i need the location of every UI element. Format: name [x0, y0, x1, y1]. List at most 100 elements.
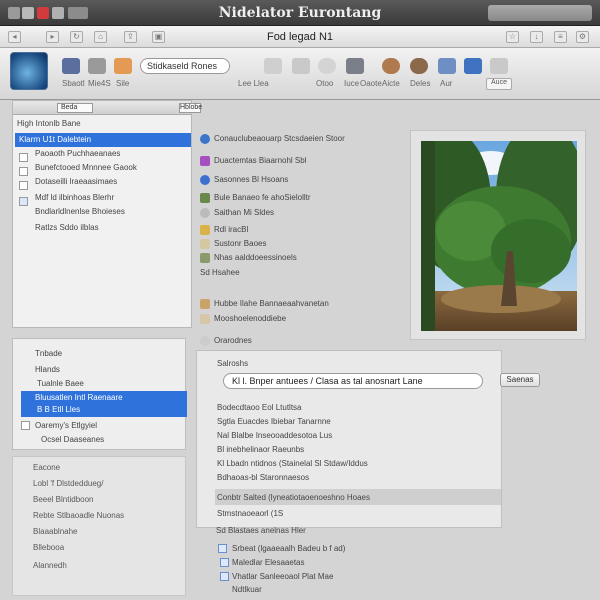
list-item[interactable]: Rebte Stlbaoadle Nuonas [33, 511, 124, 520]
list-item[interactable]: Bllebooa [33, 543, 64, 552]
title-search-button[interactable] [488, 5, 592, 21]
settings-icon[interactable]: ⚙ [576, 31, 589, 43]
middle-list-item[interactable]: Nhas aalddoeessinoels [200, 253, 297, 267]
list-item[interactable]: Hlands [35, 365, 60, 374]
middle-list-item[interactable]: Bule Banaeo fe ahoSielolltr [200, 193, 311, 207]
middle-list-item[interactable]: Sd Hsahee [200, 268, 240, 282]
toolbar-small-button[interactable]: Auce [486, 78, 512, 90]
contact-avatar-icon[interactable] [410, 58, 428, 74]
checkbox[interactable] [21, 421, 30, 430]
clock-icon [200, 336, 210, 346]
middle-list-item[interactable]: Orarodnes [200, 336, 252, 350]
list-item[interactable]: Beeel Blntidboon [33, 495, 94, 504]
list-item[interactable]: Paoaoth Puchhaeanaes [35, 149, 120, 163]
toolbar-label: Sbaotl [62, 79, 85, 88]
list-item[interactable]: Lobl 'f Dlstdeddueg/ [33, 479, 103, 488]
toolbar-label: Sile [116, 79, 130, 88]
middle-list-item[interactable]: Sustonr Baoes [200, 239, 266, 253]
result-row[interactable]: Sgtla Euacdes Ibiebar Tanarnne [217, 417, 331, 426]
checkbox[interactable] [19, 167, 28, 176]
source-list: Beda Hblobe High Intonlb Bane Klarrn U1t… [12, 100, 202, 328]
info-icon [200, 175, 210, 185]
list-item[interactable]: High Intonlb Bane [17, 119, 81, 133]
list-item[interactable]: Ratlzs Sddo ilblas [35, 223, 99, 237]
list-item[interactable]: Tualnle Baee [37, 379, 84, 388]
selected-row-sublabel: B B Etll Lles [37, 405, 81, 414]
list-item[interactable]: Blaaablnahe [33, 527, 77, 536]
checkbox[interactable] [19, 153, 28, 162]
checkbox[interactable] [19, 181, 28, 190]
folder-icon[interactable] [62, 58, 80, 74]
toolbar-label: Deles [410, 79, 431, 88]
bookmark-icon[interactable]: ☆ [506, 31, 519, 43]
selected-row[interactable]: Bluusatlen Intl Raenaare B B Etll Lles [21, 391, 187, 417]
toolbar-label: Mie4S [88, 79, 111, 88]
search-input[interactable]: Kl l. Bnper antuees / Clasa as tal anosn… [223, 373, 483, 389]
middle-list-item[interactable]: Duactemtas Biaarnohl Sbl [200, 156, 307, 170]
chat-icon[interactable] [464, 58, 482, 74]
app-icon [200, 156, 210, 166]
checkbox[interactable] [220, 558, 229, 567]
menu-icon[interactable]: ≡ [554, 31, 567, 43]
middle-list-item[interactable]: Saithan Mi Sldes [200, 208, 274, 222]
document-icon [200, 314, 210, 324]
list-item[interactable]: Dotaseilli lraeaasimaes [35, 177, 117, 191]
user-avatar-icon[interactable] [382, 58, 400, 74]
link-icon[interactable] [264, 58, 282, 74]
leaf-icon [200, 193, 210, 203]
result-row[interactable]: Stmstnaoeaorl (1S [217, 509, 283, 518]
list-item[interactable]: Srbeat (lgaaeaalh Badeu b f ad) [232, 544, 345, 553]
middle-list-item[interactable]: Sasonnes Bl Hsoans [200, 175, 288, 189]
result-row[interactable]: Kl Lbadn ntidnos (Stainelal Sl Stdaw/Idd… [217, 459, 368, 468]
clock-icon[interactable] [318, 58, 336, 74]
search-button[interactable]: Saenas [500, 373, 540, 387]
secondary-list: Eacone Lobl 'f Dlstdeddueg/ Beeel Blntid… [12, 456, 186, 596]
checkbox[interactable] [218, 544, 227, 553]
list-item[interactable]: Ndtlkuar [232, 585, 262, 594]
calendar-icon[interactable] [438, 58, 456, 74]
result-row[interactable]: Bl inebhelinaor Raeunbs [217, 445, 304, 454]
list-item[interactable]: Mdf ld ilbinhoas Blerhr [35, 193, 114, 207]
toolbar-label: Oaote [360, 79, 382, 88]
checkbox[interactable] [220, 572, 229, 581]
list-item[interactable]: Oaremy's Etlgyiel [35, 421, 97, 430]
photo-icon[interactable] [114, 58, 132, 74]
toolbar-label: Otoo [316, 79, 334, 88]
middle-list-item[interactable]: Hubbe Ilahe Bannaeaahvanetan [200, 299, 329, 313]
download-icon[interactable]: ↓ [530, 31, 543, 43]
list-item[interactable]: Ocsel Daaseanes [41, 435, 104, 444]
tag-icon [200, 253, 210, 263]
toolbar-label: Lee Llea [238, 79, 269, 88]
filter-field-secondary[interactable]: Hblobe [179, 103, 202, 113]
list-item[interactable]: Bndlarldlnenlse Bhoieses [35, 207, 125, 221]
middle-list-item[interactable]: Mooshoelenoddiebe [200, 314, 286, 328]
list-item[interactable]: Alannedh [33, 561, 67, 570]
result-row[interactable]: Bdhaoas-bl Staronnaesos [217, 473, 309, 482]
list-item-selected[interactable]: Klarrn U1t Dalebtein [15, 133, 191, 147]
sync-icon [200, 208, 210, 218]
filter-field[interactable]: Beda [57, 103, 93, 113]
note-icon [200, 239, 210, 249]
image-preview[interactable] [410, 130, 586, 340]
flag-icon[interactable] [490, 58, 508, 74]
result-row[interactable]: Bodecdtaoo Eol Ltutltsa [217, 403, 302, 412]
mail-icon[interactable] [346, 58, 364, 74]
tree-image [421, 141, 577, 331]
list-item[interactable]: Bunefctooed Mnnnee Gaook [35, 163, 137, 177]
list-item[interactable]: Vhatlar Sanleeoaol Plat Mae [232, 572, 333, 581]
toolbar-search-field[interactable]: Stidkaseld Rones [140, 58, 230, 74]
section-header: Conauclubeaouarp Stcsdaeien Stoor [200, 134, 345, 148]
sync-icon[interactable] [292, 58, 310, 74]
panel-title: Tnbade [35, 349, 63, 358]
list-item[interactable]: Maledlar Elesaaetas [232, 558, 304, 567]
globe-icon [200, 134, 210, 144]
checkbox[interactable] [19, 197, 28, 206]
selected-row-label: Bluusatlen Intl Raenaare [35, 393, 123, 402]
document-icon[interactable] [88, 58, 106, 74]
section-header: Sd Blastaes anelnas Hler [216, 526, 306, 535]
middle-list-item[interactable]: Rdl iracBl [200, 225, 248, 239]
app-icon[interactable] [10, 52, 48, 90]
result-row[interactable]: Nal Blalbe Inseooaddesotoa Lus [217, 431, 332, 440]
result-row[interactable]: Conbtr Salted (lyneatiotaoenoeshno Hoaes [217, 493, 370, 502]
secondary-header: Eacone [33, 463, 61, 472]
